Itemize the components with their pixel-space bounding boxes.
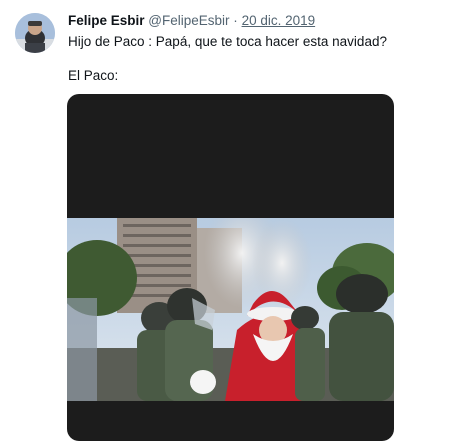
tweet-header: Felipe Esbir @FelipeEsbir · 20 dic. 2019 xyxy=(68,13,315,29)
tweet-text-line-2: El Paco: xyxy=(68,68,119,83)
tweet-date-link[interactable]: 20 dic. 2019 xyxy=(242,13,316,28)
separator: · xyxy=(233,13,238,28)
video-player[interactable] xyxy=(67,94,394,441)
avatar-image xyxy=(15,13,55,53)
author-handle[interactable]: @FelipeEsbir xyxy=(148,13,229,28)
tweet: Felipe Esbir @FelipeEsbir · 20 dic. 2019… xyxy=(0,0,474,441)
avatar[interactable] xyxy=(15,13,55,53)
author-name[interactable]: Felipe Esbir xyxy=(68,13,145,28)
tweet-text-line-1: Hijo de Paco : Papá, que te toca hacer e… xyxy=(68,34,387,49)
video-frame xyxy=(67,218,394,401)
